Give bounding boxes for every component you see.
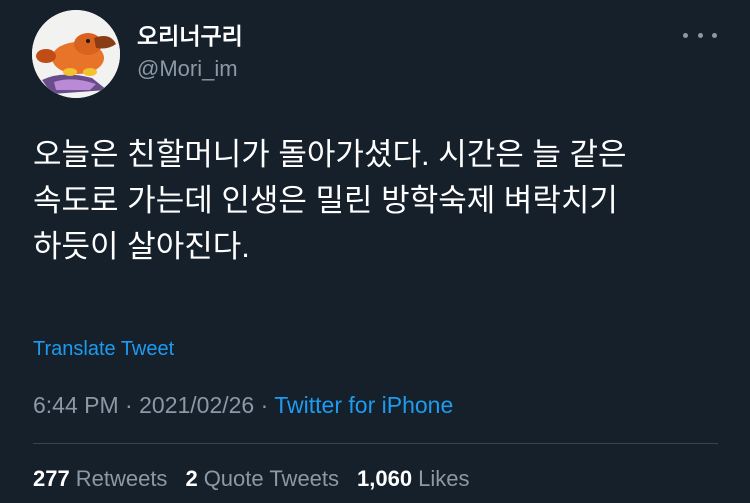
retweets-label: Retweets [75,466,168,491]
display-name[interactable]: 오리너구리 [137,22,243,50]
retweets-count: 277 [33,466,70,491]
likes-count: 1,060 [357,466,413,491]
divider [33,443,718,444]
tweet-date[interactable]: 2021/02/26 [139,392,254,418]
tweet-text: 오늘은 친할머니가 돌아가셨다. 시간은 늘 같은 속도로 가는데 인생은 밀린… [33,132,723,270]
meta-separator: · [260,392,275,418]
more-horizontal-icon [697,32,703,38]
more-options-button[interactable] [683,24,717,46]
platypus-avatar-icon [32,10,120,98]
tweet-stats: 277 Retweets 2 Quote Tweets 1,060 Likes [33,464,469,494]
tweet-detail: 오리너구리 @Mori_im 오늘은 친할머니가 돌아가셨다. 시간은 늘 같은… [0,0,750,503]
meta-separator: · [125,392,140,418]
translate-tweet-link[interactable]: Translate Tweet [33,336,174,362]
quote-tweets-label: Quote Tweets [203,466,340,491]
more-horizontal-icon [683,32,688,38]
likes-stat[interactable]: 1,060 Likes [357,464,469,494]
likes-label: Likes [418,466,470,491]
retweets-stat[interactable]: 277 Retweets [33,464,167,494]
quote-tweets-stat[interactable]: 2 Quote Tweets [185,464,339,494]
tweet-text-line: 속도로 가는데 인생은 밀린 방학숙제 벼락치기 [33,183,618,218]
tweet-text-line: 오늘은 친할머니가 돌아가셨다. 시간은 늘 같은 [33,137,627,172]
avatar[interactable] [32,10,120,98]
more-horizontal-icon [712,32,717,38]
tweet-source-link[interactable]: Twitter for iPhone [274,392,453,418]
user-handle[interactable]: @Mori_im [137,56,238,82]
tweet-text-line: 하듯이 살아진다. [33,229,250,264]
tweet-meta: 6:44 PM · 2021/02/26 · Twitter for iPhon… [33,390,453,420]
tweet-time[interactable]: 6:44 PM [33,392,119,418]
quote-tweets-count: 2 [185,466,198,491]
